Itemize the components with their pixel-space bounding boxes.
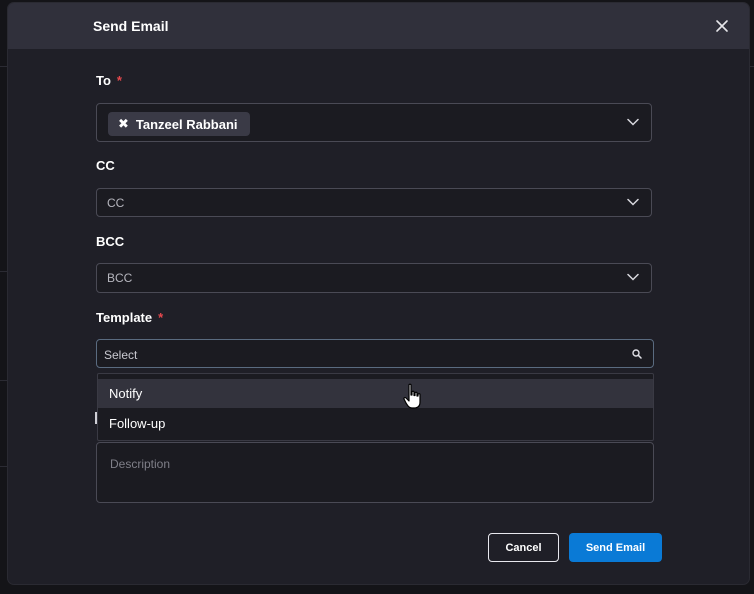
cc-select[interactable]: CC xyxy=(96,188,652,217)
backdrop-divider xyxy=(0,66,8,67)
hand-pointer-icon xyxy=(403,383,421,409)
cc-placeholder: CC xyxy=(107,195,125,210)
dialog-header: Send Email xyxy=(8,3,749,49)
backdrop-divider xyxy=(0,380,8,381)
recipient-chip: ✖ Tanzeel Rabbani xyxy=(108,112,250,136)
to-label-text: To xyxy=(96,73,111,88)
template-label: Template * xyxy=(96,310,163,325)
close-icon xyxy=(716,20,728,32)
cancel-button[interactable]: Cancel xyxy=(488,533,559,562)
description-input[interactable] xyxy=(97,443,653,502)
to-select[interactable]: ✖ Tanzeel Rabbani xyxy=(96,103,652,142)
backdrop-divider xyxy=(0,466,8,467)
bcc-placeholder: BCC xyxy=(107,271,133,285)
close-button[interactable] xyxy=(714,18,730,34)
search-icon xyxy=(632,349,642,359)
bcc-label: BCC xyxy=(96,234,125,249)
description-field[interactable] xyxy=(96,442,654,503)
backdrop-divider xyxy=(0,271,8,272)
send-email-dialog: Send Email To * ✖ Tanzeel Rabbani CC CC B… xyxy=(8,3,749,584)
required-asterisk: * xyxy=(158,310,164,325)
template-option-follow-up[interactable]: Follow-up xyxy=(98,409,653,438)
template-search-input[interactable] xyxy=(102,340,626,369)
dialog-title: Send Email xyxy=(93,18,169,34)
template-search[interactable] xyxy=(96,339,654,369)
remove-chip-icon[interactable]: ✖ xyxy=(118,116,129,132)
backdrop-divider xyxy=(749,66,754,67)
chevron-down-icon[interactable] xyxy=(627,273,639,281)
template-label-text: Template xyxy=(96,310,153,325)
chevron-down-icon[interactable] xyxy=(627,198,639,206)
required-asterisk: * xyxy=(116,73,122,88)
template-dropdown: Notify Follow-up xyxy=(97,373,654,441)
bcc-select[interactable]: BCC xyxy=(96,263,652,293)
template-option-notify[interactable]: Notify xyxy=(98,379,653,408)
send-email-button[interactable]: Send Email xyxy=(569,533,662,562)
cc-label: CC xyxy=(96,158,115,173)
chevron-down-icon[interactable] xyxy=(627,118,639,126)
recipient-chip-label: Tanzeel Rabbani xyxy=(135,116,238,132)
to-label: To * xyxy=(96,73,122,88)
